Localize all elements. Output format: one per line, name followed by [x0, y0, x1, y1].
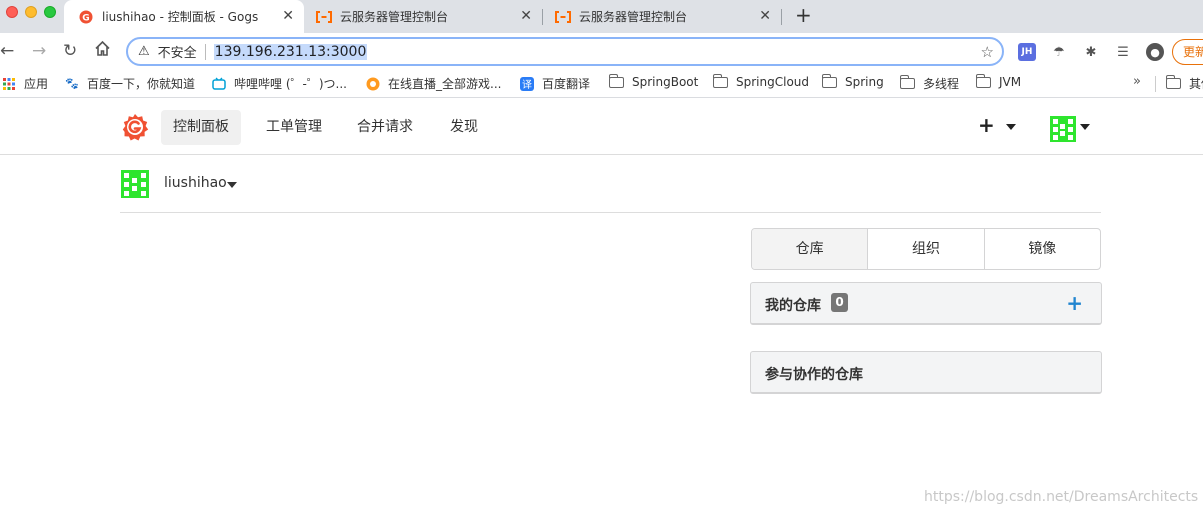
security-label[interactable]: 不安全	[158, 42, 197, 61]
bookmark-folder-multithreading[interactable]: 多线程	[899, 75, 960, 92]
window-zoom-button[interactable]	[44, 6, 56, 18]
baidu-paw-icon: 🐾	[65, 77, 79, 90]
browser-tab-gogs[interactable]: G liushihao - 控制面板 - Gogs ✕	[64, 0, 304, 33]
bookmark-folder-jvm[interactable]: JVM	[975, 73, 1022, 89]
bookmark-baidu[interactable]: 🐾 百度一下，你就知道	[65, 75, 195, 92]
apps-grid-icon	[2, 77, 16, 91]
bookmark-folder-spring[interactable]: Spring	[821, 73, 884, 89]
bookmark-label: SpringCloud	[736, 75, 810, 89]
bookmark-label: 百度一下，你就知道	[87, 77, 196, 91]
aliyun-favicon-icon	[316, 9, 332, 25]
bookmark-label: 应用	[24, 77, 49, 91]
nav-explore[interactable]: 发现	[438, 110, 490, 145]
csdn-watermark: https://blog.csdn.net/DreamsArchitects	[924, 489, 1199, 505]
bookmark-label: 哔哩哔哩 (゜-゜)つ...	[234, 77, 347, 91]
bookmark-label: 在线直播_全部游戏...	[388, 77, 502, 91]
bookmark-apps[interactable]: 应用	[2, 75, 48, 92]
translate-icon: 译	[520, 76, 534, 91]
media-queue-icon[interactable]: ☰	[1114, 43, 1132, 61]
tab-close-icon[interactable]: ✕	[520, 9, 532, 23]
collab-repos-title: 参与协作的仓库	[765, 367, 863, 383]
nav-dashboard[interactable]: 控制面板	[161, 110, 241, 145]
my-repos-title: 我的仓库	[765, 298, 821, 314]
tab-mirrors[interactable]: 镜像	[985, 229, 1100, 269]
bookmark-label: 百度翻译	[542, 77, 591, 91]
aliyun-favicon-icon	[555, 9, 571, 25]
nav-issues[interactable]: 工单管理	[254, 110, 334, 145]
dashboard-context-switcher: liushihao	[120, 170, 1101, 213]
home-icon[interactable]	[94, 40, 111, 62]
extensions-puzzle-icon[interactable]: ✱	[1082, 43, 1100, 61]
create-dropdown-caret-icon[interactable]	[1006, 124, 1016, 130]
bookmark-folder-springcloud[interactable]: SpringCloud	[712, 73, 810, 89]
bookmark-live-stream[interactable]: 在线直播_全部游戏...	[366, 75, 501, 92]
window-close-button[interactable]	[6, 6, 18, 18]
bookmark-label: 其他书签	[1189, 77, 1203, 91]
bookmark-label: JVM	[999, 75, 1022, 89]
create-new-plus-icon[interactable]: +	[978, 115, 995, 135]
tab-title: liushihao - 控制面板 - Gogs	[102, 10, 259, 24]
browser-tab-cloud-console-2[interactable]: 云服务器管理控制台 ✕	[541, 0, 781, 33]
nav-pull-requests[interactable]: 合并请求	[345, 110, 425, 145]
bookmark-star-icon[interactable]: ☆	[981, 43, 994, 61]
repo-panel-tabs: 仓库 组织 镜像	[751, 228, 1101, 270]
gogs-top-nav: 控制面板 工单管理 合并请求 发现 +	[0, 99, 1203, 155]
user-menu-caret-icon[interactable]	[1080, 124, 1090, 130]
tab-repositories[interactable]: 仓库	[752, 229, 869, 269]
window-minimize-button[interactable]	[25, 6, 37, 18]
bilibili-tv-icon	[212, 77, 226, 91]
folder-icon	[1165, 75, 1181, 89]
svg-text:G: G	[82, 13, 89, 23]
profile-avatar-icon[interactable]: ●	[1146, 43, 1164, 61]
jh-extension-icon[interactable]: JH	[1018, 43, 1036, 61]
back-arrow-icon[interactable]: ←	[0, 41, 14, 61]
user-avatar[interactable]	[1050, 116, 1076, 142]
tab-close-icon[interactable]: ✕	[759, 9, 771, 23]
folder-icon	[608, 73, 624, 88]
bookmark-folder-springboot[interactable]: SpringBoot	[608, 73, 699, 89]
my-repos-box: 我的仓库 0 +	[750, 282, 1102, 325]
collab-repos-box: 参与协作的仓库	[750, 351, 1102, 394]
bookmark-label: Spring	[845, 75, 884, 89]
bookmark-label: 多线程	[923, 77, 960, 91]
folder-icon	[975, 73, 991, 88]
folder-icon	[899, 75, 915, 89]
url-text[interactable]: 139.196.231.13:3000	[213, 43, 368, 60]
bookmark-bilibili[interactable]: 哔哩哔哩 (゜-゜)つ...	[212, 75, 347, 92]
address-divider	[204, 43, 206, 60]
folder-icon	[821, 73, 837, 88]
context-caret-icon[interactable]	[227, 182, 237, 188]
bookmark-label: SpringBoot	[632, 75, 699, 89]
bookmarks-separator	[1155, 76, 1156, 92]
context-avatar[interactable]	[121, 170, 149, 198]
update-button[interactable]: 更新	[1172, 39, 1203, 65]
browser-tab-cloud-console-1[interactable]: 云服务器管理控制台 ✕	[302, 0, 542, 33]
repo-count-badge: 0	[831, 293, 848, 312]
live-stream-icon	[366, 77, 380, 91]
gogs-favicon-icon: G	[78, 9, 94, 25]
tab-separator	[781, 9, 782, 25]
tab-title: 云服务器管理控制台	[340, 10, 449, 24]
bookmark-baidu-translate[interactable]: 译 百度翻译	[520, 75, 590, 92]
tab-organizations[interactable]: 组织	[868, 229, 985, 269]
reload-icon[interactable]: ↻	[63, 41, 77, 61]
bookmark-folder-other[interactable]: 其他书签	[1165, 75, 1203, 92]
new-tab-icon[interactable]: +	[795, 5, 812, 25]
gogs-logo-icon[interactable]	[121, 113, 149, 141]
warning-triangle-icon[interactable]: ⚠	[138, 44, 150, 59]
tab-close-icon[interactable]: ✕	[282, 9, 294, 23]
forward-arrow-icon[interactable]: →	[32, 41, 46, 61]
add-repo-plus-icon[interactable]: +	[1066, 291, 1083, 315]
context-username[interactable]: liushihao	[164, 175, 227, 191]
tab-title: 云服务器管理控制台	[579, 10, 688, 24]
folder-icon	[712, 73, 728, 88]
browser-toolbar: ← → ↻ ⚠ 不安全 139.196.231.13:3000 ☆ JH ☂ ✱…	[0, 33, 1203, 70]
address-bar[interactable]: ⚠ 不安全 139.196.231.13:3000 ☆	[126, 37, 1004, 66]
parachute-extension-icon[interactable]: ☂	[1050, 43, 1068, 61]
bookmarks-overflow-icon[interactable]: »	[1133, 74, 1141, 89]
bookmarks-bar: 应用 🐾 百度一下，你就知道 哔哩哔哩 (゜-゜)つ... 在线直播_全部游戏.…	[0, 70, 1203, 98]
browser-tab-strip: G liushihao - 控制面板 - Gogs ✕ 云服务器管理控制台 ✕ …	[0, 0, 1203, 33]
